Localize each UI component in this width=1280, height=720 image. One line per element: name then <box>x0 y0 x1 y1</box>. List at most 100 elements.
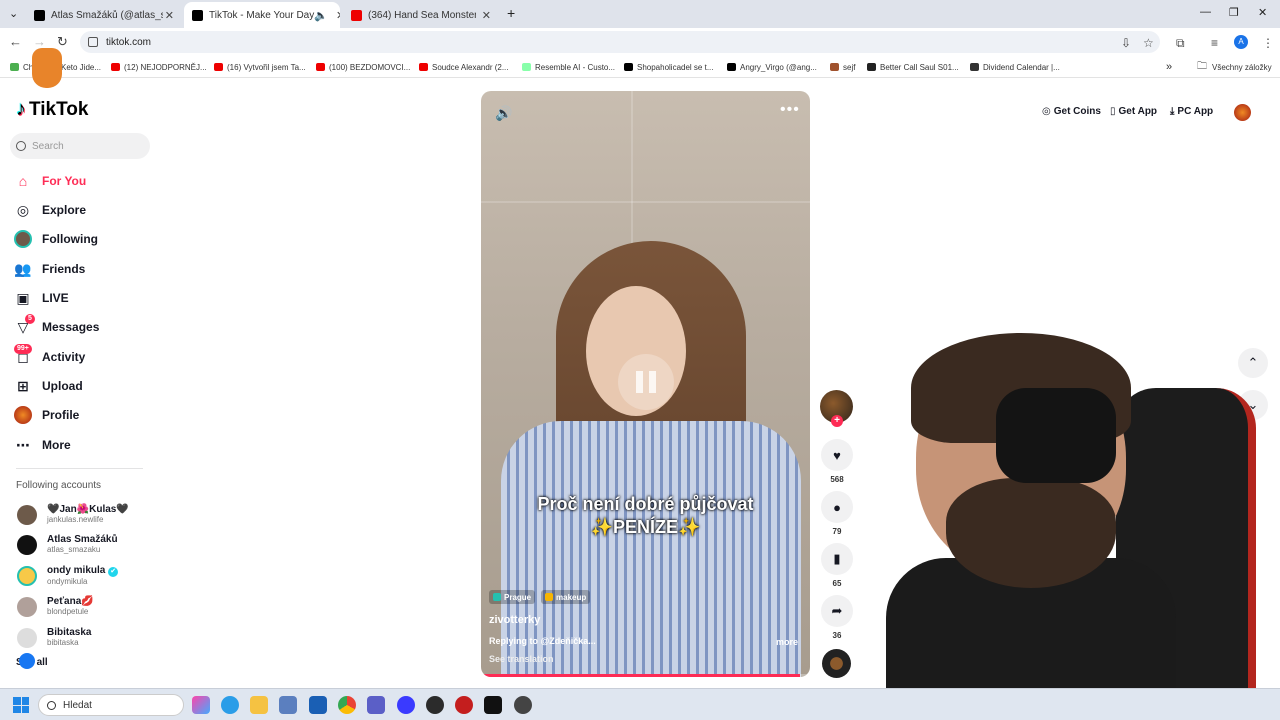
nav-friends[interactable]: 👥 Friends <box>14 260 85 278</box>
comment-icon: ● <box>821 491 853 523</box>
bookmark-item[interactable]: Angry_Virgo (@ang... <box>727 60 817 74</box>
pause-button[interactable] <box>618 354 674 410</box>
site-info-icon[interactable] <box>88 37 98 47</box>
forward-arrow-icon[interactable]: → <box>33 34 46 49</box>
bookmark-item[interactable]: Shopaholicadel se t... <box>624 60 714 74</box>
nav-activity[interactable]: ◻ 99+ Activity <box>14 344 85 366</box>
bookmark-item[interactable]: sejf <box>830 60 855 74</box>
background-tile-line <box>481 201 810 203</box>
install-app-icon[interactable]: ⇩ <box>1121 36 1131 50</box>
video-progress-bar[interactable] <box>481 674 810 677</box>
nav-profile[interactable]: Profile <box>14 406 79 424</box>
compass-icon: ◎ <box>16 201 30 218</box>
location-tag[interactable]: Prague <box>489 590 536 604</box>
effect-tag[interactable]: makeup <box>541 590 591 604</box>
taskbar-search-input[interactable]: Hledat <box>38 694 184 716</box>
signal-icon[interactable] <box>397 696 415 714</box>
nav-upload[interactable]: ⊞ Upload <box>14 377 83 395</box>
reload-icon[interactable]: ↻ <box>57 34 68 50</box>
new-tab-button[interactable]: + <box>507 5 515 21</box>
video-player[interactable]: 🔊 ••• Proč není dobré půjčovat ✨PENÍZE✨ … <box>481 91 810 677</box>
headset <box>996 388 1116 483</box>
account-item[interactable]: Peťana💋 blondpetule <box>17 596 94 617</box>
tab-search-icon[interactable]: ⌄ <box>9 7 18 20</box>
floating-app-icon[interactable] <box>19 653 35 669</box>
nav-explore[interactable]: ◎ Explore <box>14 201 86 219</box>
bookmark-item[interactable]: Better Call Saul S01... <box>867 60 959 74</box>
tiktok-favicon-icon <box>34 9 45 21</box>
account-item[interactable]: Atlas Smažáků atlas_smazaku <box>17 534 118 555</box>
nav-more[interactable]: ⋯ More <box>14 436 71 454</box>
search-input[interactable]: Search <box>10 133 150 159</box>
account-item[interactable]: Bibitaska bibitaska <box>17 627 91 648</box>
tab-close-icon[interactable]: ✕ <box>165 9 174 22</box>
nav-live[interactable]: ▣ LIVE <box>14 289 68 307</box>
youtube-favicon-icon <box>214 63 223 71</box>
tab-title: TikTok - Make Your Day <box>209 9 315 21</box>
extensions-icon[interactable]: ⧉ <box>1176 36 1185 51</box>
tab-tiktok[interactable]: TikTok - Make Your Day 🔈 ✕ <box>184 2 340 28</box>
tab-atlas[interactable]: Atlas Smažáků (@atlas_smazaku) ✕ <box>26 4 182 26</box>
bookmark-item[interactable]: (16) Vytvořil jsem Ta... <box>214 60 306 74</box>
nav-for-you[interactable]: ⌂ For You <box>14 172 86 190</box>
file-explorer-icon[interactable] <box>250 696 268 714</box>
tab-close-icon[interactable]: ✕ <box>482 9 491 22</box>
tab-close-icon[interactable]: ✕ <box>336 9 340 22</box>
windows-start-icon[interactable] <box>13 697 29 713</box>
wordpress-icon[interactable] <box>426 696 444 714</box>
bookmark-star-icon[interactable]: ☆ <box>1143 36 1154 50</box>
teams-icon[interactable] <box>367 696 385 714</box>
restore-icon[interactable]: ❐ <box>1229 6 1239 19</box>
tiktok-logo[interactable]: ♪ TikTok <box>16 98 88 121</box>
bookmark-item[interactable]: Dividend Calendar |... <box>970 60 1060 74</box>
volume-icon[interactable]: 🔊 <box>495 105 512 122</box>
tab-youtube[interactable]: (364) Hand Sea Monster Bude ✕ <box>343 4 499 26</box>
pause-bar-icon <box>649 371 656 393</box>
bookmark-item[interactable]: Soudce Alexandr (2... <box>419 60 509 74</box>
user-avatar[interactable] <box>1234 104 1251 121</box>
bookmark-item[interactable]: Resemble AI - Custo... <box>522 60 615 74</box>
back-arrow-icon[interactable]: ← <box>9 34 22 49</box>
more-options-icon[interactable]: ••• <box>780 101 800 119</box>
all-bookmarks-folder[interactable]: 🗀 Všechny záložky <box>1197 60 1272 74</box>
media-control-icon[interactable]: ≡ <box>1211 36 1218 50</box>
home-icon: ⌂ <box>18 173 28 189</box>
chrome-profile-avatar[interactable]: A <box>1234 35 1248 49</box>
bookmarks-overflow-button[interactable]: » <box>1166 60 1172 74</box>
outlook-icon[interactable] <box>309 696 327 714</box>
get-app-button[interactable]: ▯ Get App <box>1110 106 1157 117</box>
speaker-icon[interactable]: 🔈 <box>314 9 328 22</box>
video-author[interactable]: zivotterky <box>489 614 540 626</box>
avatar <box>17 504 37 525</box>
obs-icon[interactable] <box>514 696 532 714</box>
dividend-favicon-icon <box>970 63 979 71</box>
store-icon[interactable] <box>279 696 297 714</box>
pc-app-button[interactable]: ⤓ PC App <box>1170 106 1213 117</box>
account-item[interactable]: ondy mikula ✔ ondymikula <box>17 565 119 587</box>
edge-icon[interactable] <box>221 696 239 714</box>
get-coins-button[interactable]: ◎ Get Coins <box>1042 106 1101 117</box>
comment-button[interactable]: ● 79 <box>821 491 853 536</box>
avatar <box>17 627 37 648</box>
minimize-icon[interactable]: — <box>1200 6 1211 18</box>
music-disc-icon[interactable] <box>822 649 851 678</box>
app-red-icon[interactable] <box>455 696 473 714</box>
close-window-icon[interactable]: ✕ <box>1258 6 1267 19</box>
more-description-link[interactable]: more <box>776 637 798 647</box>
share-button[interactable]: ➦ 36 <box>821 595 853 640</box>
bookmark-item[interactable]: (100) BEZDOMOVCI... <box>316 60 410 74</box>
nav-following[interactable]: Following <box>14 230 98 248</box>
address-bar[interactable]: tiktok.com <box>80 31 1160 53</box>
account-item[interactable]: 🖤Jan🌺Kulas🖤 jankulas.newlife <box>17 504 129 525</box>
follow-plus-icon[interactable]: + <box>831 415 843 427</box>
see-translation-link[interactable]: See translation <box>489 654 554 664</box>
chrome-icon[interactable] <box>338 696 356 714</box>
profile-avatar-icon <box>14 406 32 424</box>
bookmark-item[interactable]: (12) NEJODPORNĚJ... <box>111 60 207 74</box>
menu-kebab-icon[interactable]: ⋮ <box>1262 36 1274 50</box>
copilot-icon[interactable] <box>192 696 210 714</box>
save-button[interactable]: ▮ 65 <box>821 543 853 588</box>
capcut-icon[interactable] <box>484 696 502 714</box>
like-button[interactable]: ♥ 568 <box>821 439 853 484</box>
nav-messages[interactable]: ▽ 5 Messages <box>14 314 99 336</box>
